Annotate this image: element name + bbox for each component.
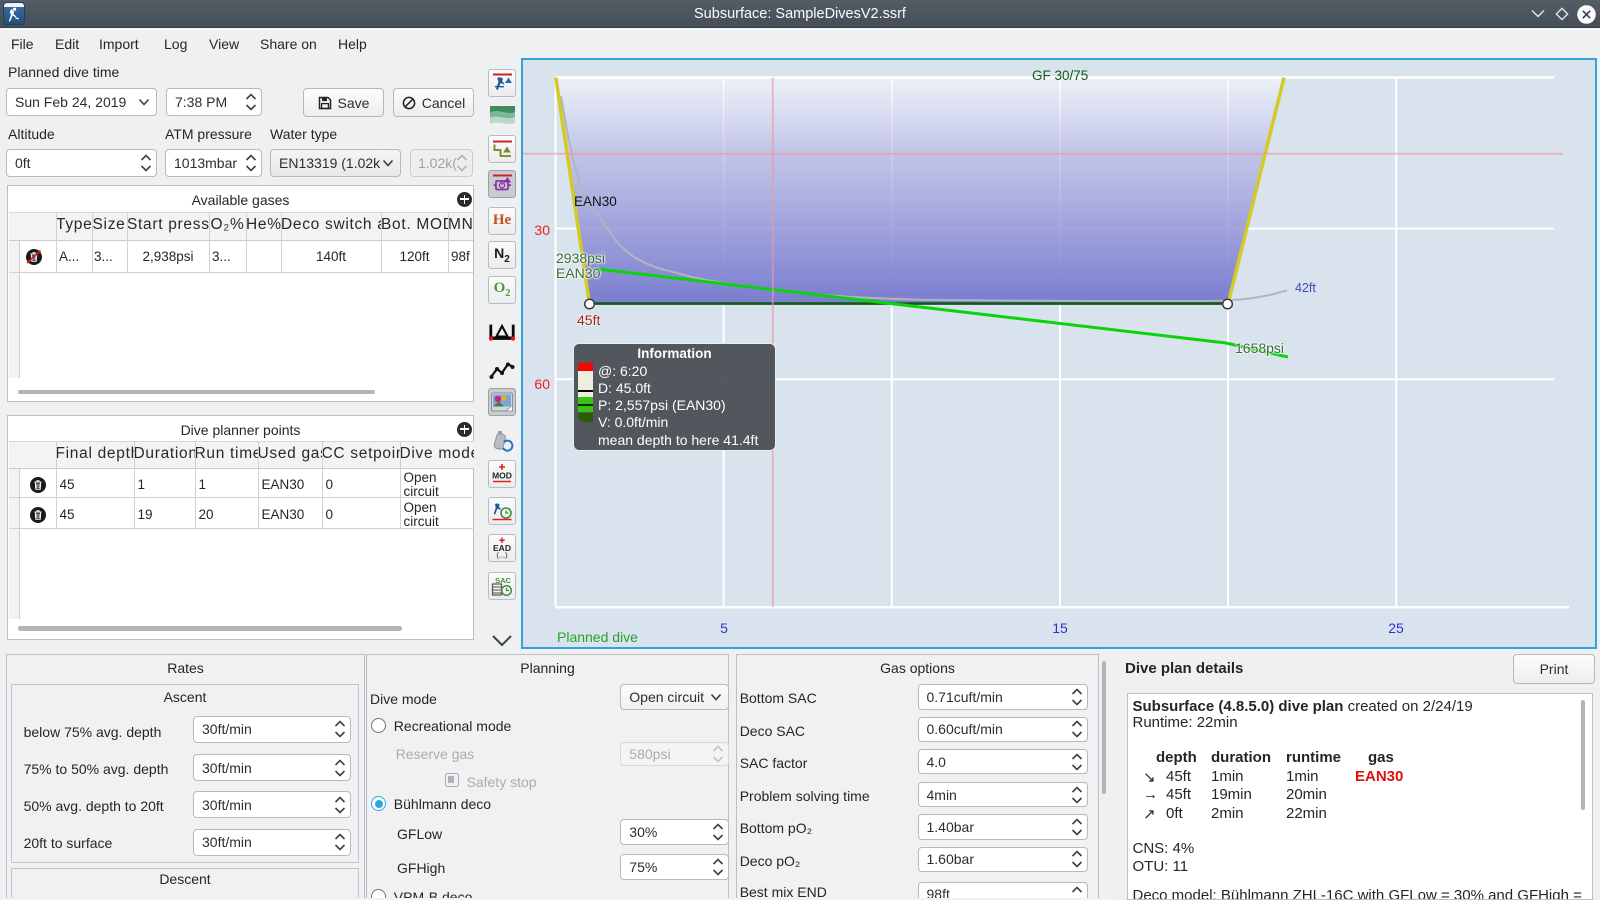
svg-text:(...): (...) xyxy=(496,551,508,560)
svg-text:MOD: MOD xyxy=(492,471,512,481)
